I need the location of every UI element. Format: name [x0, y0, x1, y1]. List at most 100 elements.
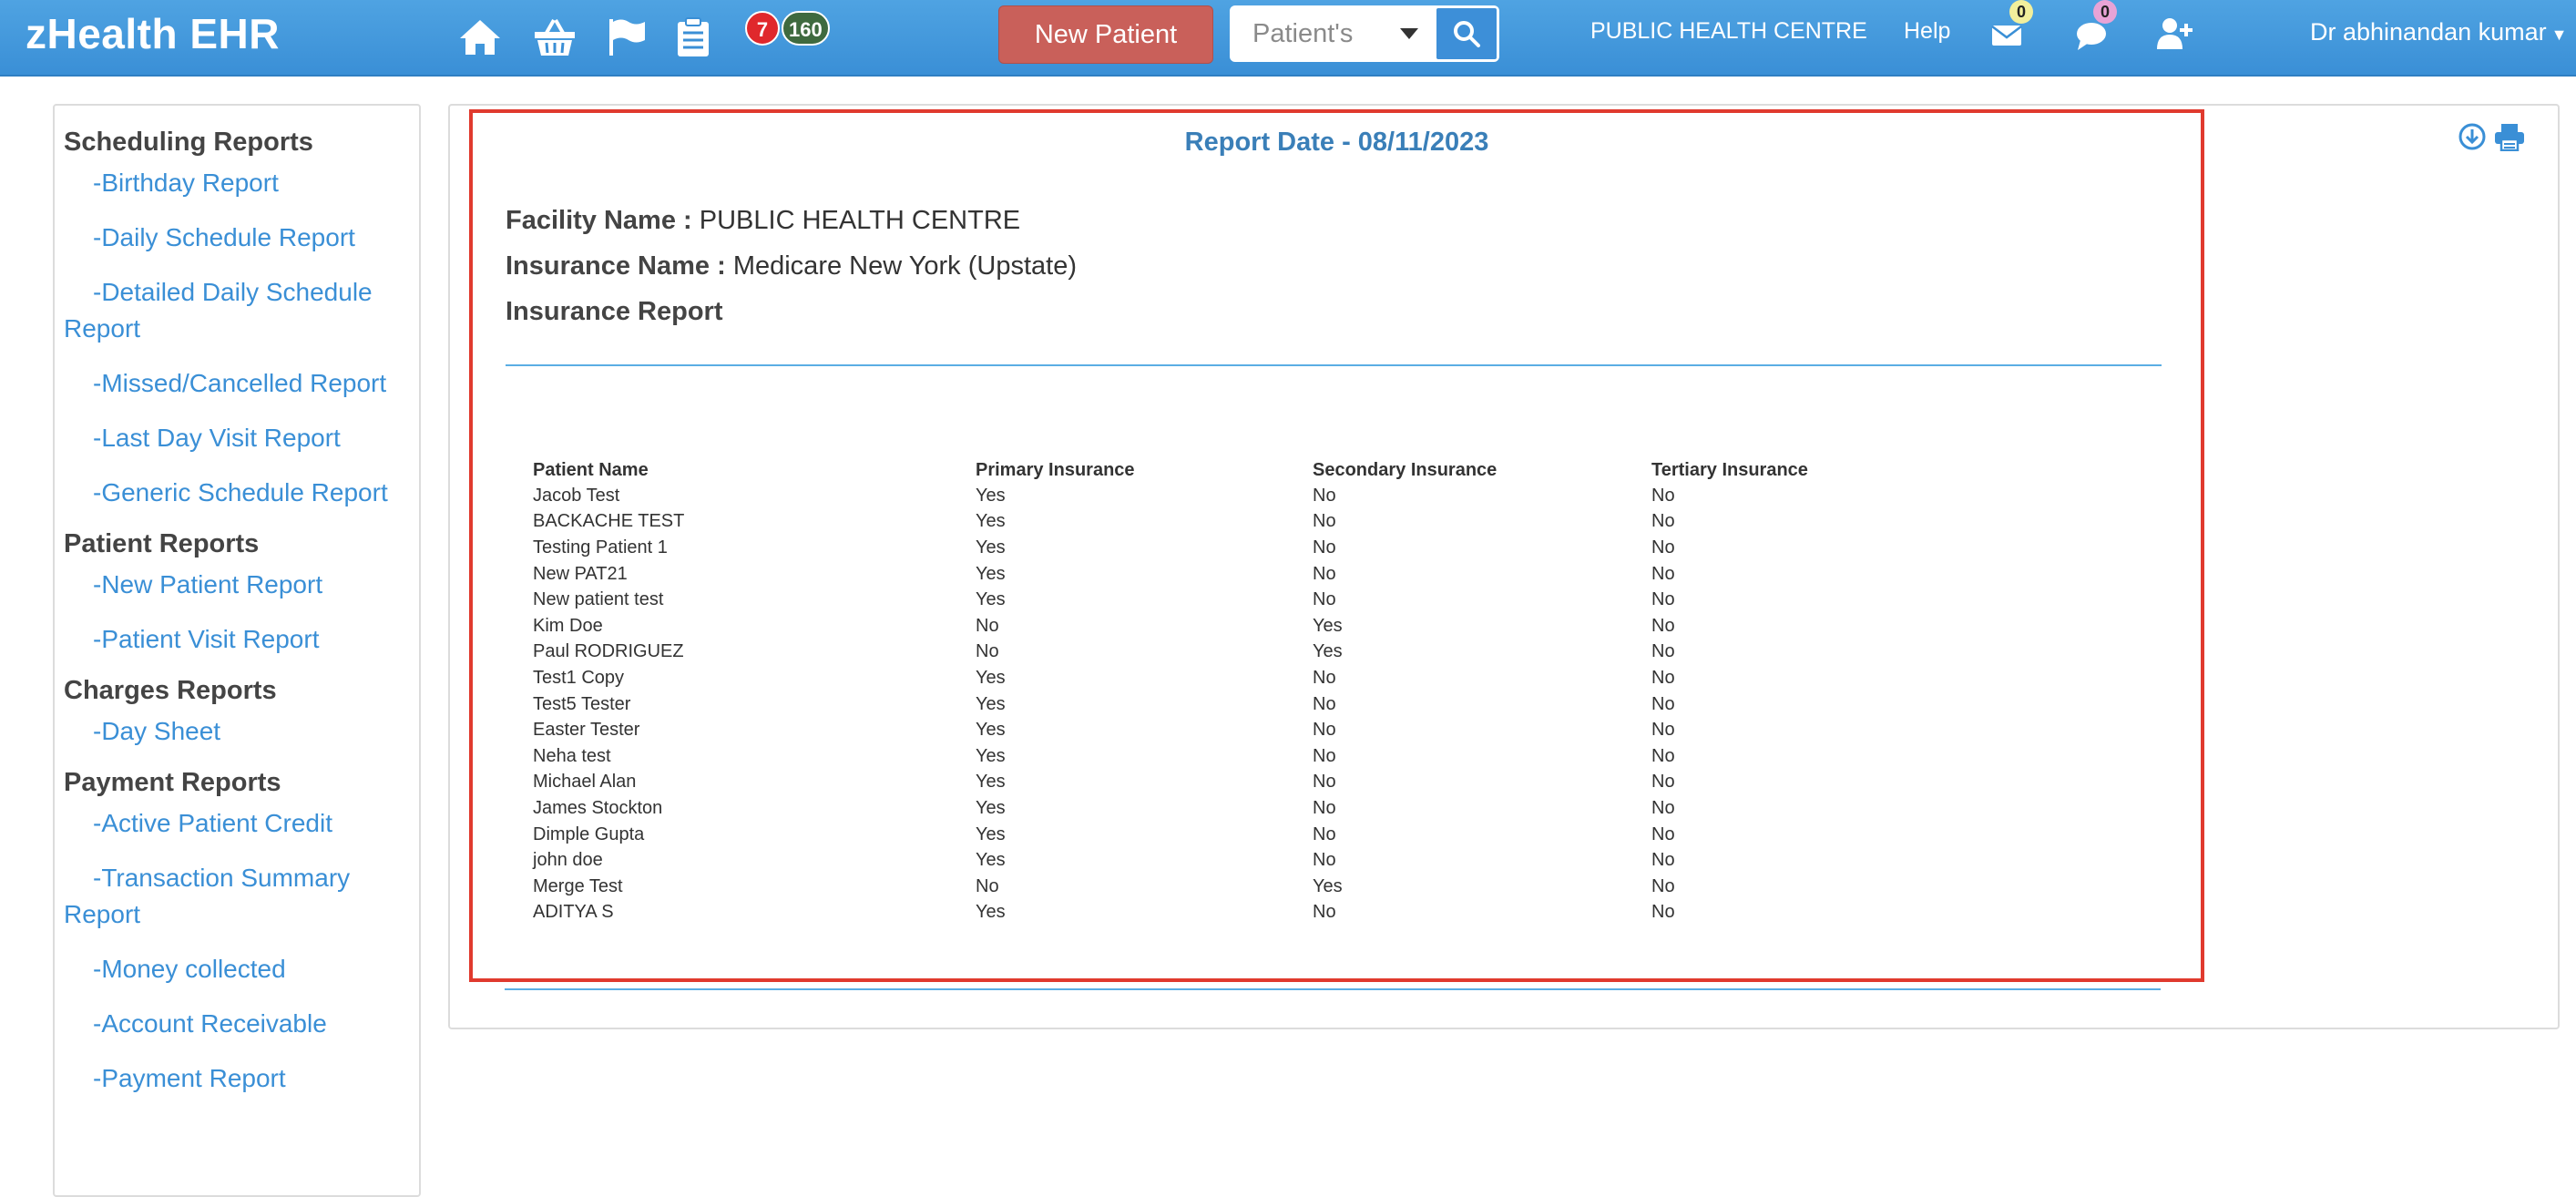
table-cell: No	[1651, 615, 1675, 636]
table-cell: No	[1651, 485, 1675, 506]
table-cell: Yes	[976, 485, 1006, 506]
sidebar-item-active-patient-credit[interactable]: -Active Patient Credit	[64, 805, 408, 842]
table-cell: James Stockton	[533, 797, 663, 818]
facility-value: PUBLIC HEALTH CENTRE	[699, 206, 1021, 235]
table-cell: Michael Alan	[533, 772, 637, 793]
table-cell: No	[976, 641, 999, 662]
table-cell: Testing Patient 1	[533, 537, 668, 558]
table-cell: No	[1651, 745, 1675, 766]
insurance-report: Report Date - 08/11/2023 Facility Name :…	[469, 109, 2204, 982]
reports-sidebar: Scheduling Reports -Birthday Report -Dai…	[53, 104, 421, 1197]
mail-count-badge: 0	[2009, 0, 2033, 24]
add-user-icon[interactable]	[2155, 16, 2193, 51]
table-cell: No	[1313, 824, 1336, 844]
table-cell: No	[1651, 589, 1675, 610]
report-title-text: Insurance Report	[506, 297, 723, 326]
table-cell: Yes	[976, 745, 1006, 766]
table-cell: No	[1313, 537, 1336, 558]
sidebar-item-generic-schedule-report[interactable]: -Generic Schedule Report	[64, 475, 408, 511]
table-cell: No	[1651, 511, 1675, 532]
home-icon[interactable]	[457, 15, 503, 60]
sidebar-item-daily-schedule-report[interactable]: -Daily Schedule Report	[64, 220, 408, 256]
sidebar-item-patient-visit-report[interactable]: -Patient Visit Report	[64, 621, 408, 658]
sidebar-item-last-day-visit-report[interactable]: -Last Day Visit Report	[64, 420, 408, 456]
app-title[interactable]: zHealth EHR	[26, 9, 280, 58]
table-row: James Stockton Yes No No	[533, 795, 1925, 822]
search-type-select[interactable]: Patient's	[1232, 8, 1435, 59]
sidebar-item-transaction-summary-report[interactable]: -Transaction Summary Report	[64, 860, 408, 933]
sidebar-item-day-sheet[interactable]: -Day Sheet	[64, 713, 408, 750]
insurance-label: Insurance Name :	[506, 251, 726, 281]
table-cell: No	[1313, 485, 1336, 506]
table-cell: No	[1651, 772, 1675, 793]
clipboard-icon[interactable]	[670, 15, 716, 60]
table-cell: Yes	[976, 772, 1006, 793]
alerts-badge[interactable]: 7	[745, 11, 780, 46]
table-cell: Yes	[976, 824, 1006, 844]
table-cell: No	[1651, 824, 1675, 844]
table-cell: New patient test	[533, 589, 664, 610]
table-cell: Yes	[976, 850, 1006, 871]
table-row: Jacob Test Yes No No	[533, 483, 1925, 509]
section-payment-reports: Payment Reports	[64, 768, 281, 797]
chevron-down-icon	[1400, 28, 1418, 39]
table-cell: ADITYA S	[533, 902, 614, 923]
sidebar-item-money-collected[interactable]: -Money collected	[64, 951, 408, 987]
table-cell: Yes	[976, 902, 1006, 923]
section-patient-reports: Patient Reports	[64, 529, 260, 558]
patient-search: Patient's	[1230, 5, 1499, 62]
table-row: Dimple Gupta Yes No No	[533, 822, 1925, 848]
sidebar-item-birthday-report[interactable]: -Birthday Report	[64, 165, 408, 201]
table-cell: No	[1651, 902, 1675, 923]
sidebar-item-detailed-daily-schedule-report[interactable]: -Detailed Daily Schedule Report	[64, 274, 408, 347]
table-cell: No	[1651, 693, 1675, 714]
chat-icon[interactable]	[2075, 20, 2108, 53]
table-cell: No	[1313, 720, 1336, 741]
divider	[506, 364, 2162, 366]
flag-icon[interactable]	[605, 15, 650, 60]
sidebar-item-account-receivable[interactable]: -Account Receivable	[64, 1006, 408, 1042]
table-cell: Dimple Gupta	[533, 824, 645, 844]
column-header: Secondary Insurance	[1313, 459, 1498, 480]
table-cell: No	[1313, 511, 1336, 532]
table-cell: No	[1651, 667, 1675, 688]
table-row: New PAT21 Yes No No	[533, 561, 1925, 588]
facility-label: Facility Name :	[506, 206, 692, 235]
user-name: Dr abhinandan kumar	[2310, 18, 2547, 46]
table-cell: No	[1651, 641, 1675, 662]
basket-icon[interactable]	[532, 15, 578, 60]
search-button[interactable]	[1436, 8, 1497, 59]
sidebar-item-missed-cancelled-report[interactable]: -Missed/Cancelled Report	[64, 365, 408, 402]
table-cell: No	[1313, 693, 1336, 714]
table-cell: No	[1651, 875, 1675, 896]
report-title: Insurance Report	[506, 297, 723, 327]
table-row: Easter Tester Yes No No	[533, 717, 1925, 743]
tasks-badge[interactable]: 160	[782, 11, 830, 46]
print-icon[interactable]	[2494, 122, 2525, 152]
top-navbar: zHealth EHR 7 160 New Patient Patient's …	[0, 0, 2576, 77]
table-cell: Kim Doe	[533, 615, 603, 636]
download-icon[interactable]	[2458, 122, 2487, 151]
user-menu[interactable]: Dr abhinandan kumar ▼	[2310, 18, 2567, 46]
table-cell: No	[1313, 563, 1336, 584]
table-cell: Jacob Test	[533, 485, 620, 506]
table-cell: Yes	[1313, 641, 1343, 662]
table-cell: No	[1313, 902, 1336, 923]
table-cell: Merge Test	[533, 875, 623, 896]
sidebar-item-payment-report[interactable]: -Payment Report	[64, 1060, 408, 1097]
search-type-value: Patient's	[1252, 19, 1354, 48]
table-cell: No	[1651, 563, 1675, 584]
help-link[interactable]: Help	[1904, 18, 1950, 45]
table-cell: Test1 Copy	[533, 667, 625, 688]
mail-icon[interactable]	[1991, 20, 2022, 51]
sidebar-item-new-patient-report[interactable]: -New Patient Report	[64, 567, 408, 603]
table-cell: Yes	[976, 511, 1006, 532]
table-cell: No	[1313, 589, 1336, 610]
table-row: Paul RODRIGUEZ No Yes No	[533, 639, 1925, 666]
column-header: Primary Insurance	[976, 459, 1135, 480]
table-row: Testing Patient 1 Yes No No	[533, 535, 1925, 561]
caret-down-icon: ▼	[2546, 26, 2568, 44]
table-cell: Yes	[976, 563, 1006, 584]
facility-link[interactable]: PUBLIC HEALTH CENTRE	[1590, 18, 1867, 45]
new-patient-button[interactable]: New Patient	[998, 5, 1213, 64]
